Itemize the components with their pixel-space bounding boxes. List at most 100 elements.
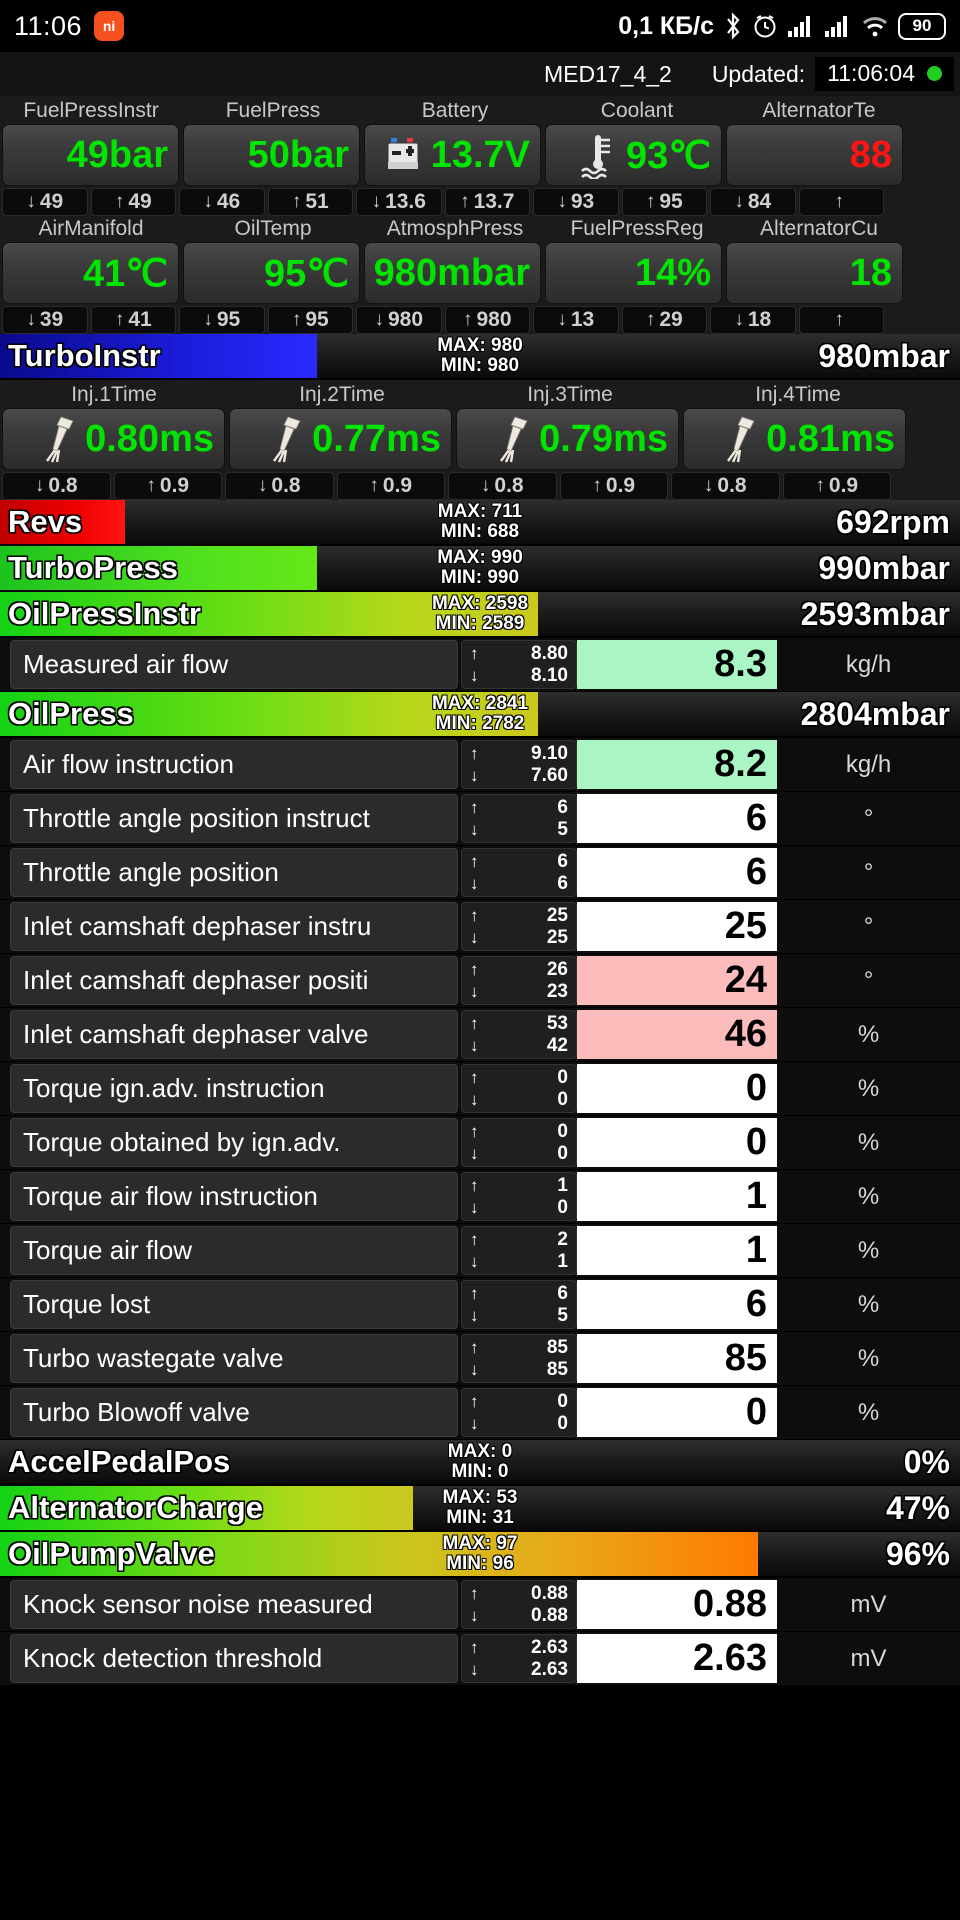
bar-label: TurboInstr [8, 338, 161, 373]
gauge-fuelpressreg[interactable]: 14% [545, 242, 722, 304]
row-unit: ° [863, 804, 874, 832]
gauge-min: ↓ 46 [179, 188, 265, 216]
down-arrow-icon: ↓ [470, 1251, 479, 1271]
app-notification-badge-icon[interactable]: ni [94, 11, 125, 41]
row-label: Torque obtained by ign.adv. [10, 1118, 458, 1167]
gauge-fuelpressinstr[interactable]: 49bar [2, 124, 179, 186]
gauge-atmosphpress[interactable]: 980mbar [364, 242, 541, 304]
table-row[interactable]: Knock detection threshold ↑ 2.63 ↓ 2.63 2.63 m… [0, 1632, 960, 1686]
table-row[interactable]: Knock sensor noise measured ↑ 0.88 ↓ 0.88 0.8… [0, 1578, 960, 1632]
gauge-min: ↓ 13.6 [356, 188, 442, 216]
gauge-min: ↓ 980 [356, 306, 442, 334]
gauge-airmanifold[interactable]: 41℃ [2, 242, 179, 304]
gauge-oiltemp[interactable]: 95℃ [183, 242, 360, 304]
gauge-inj.4time[interactable]: 0.81ms [683, 408, 906, 470]
bar-turboinstr[interactable]: TurboInstr MAX: 980 MIN: 980 980mbar [0, 334, 960, 380]
gauge-value: 0.81ms [766, 417, 895, 460]
row-max: 85 [546, 1336, 568, 1358]
up-arrow-icon: ↑ [470, 1583, 479, 1603]
bar-value: 692rpm [836, 503, 950, 540]
gauge-titles-inj: Inj.1Time Inj.2Time Inj.3Time Inj.4Time [0, 382, 960, 408]
table-row[interactable]: Torque obtained by ign.adv. ↑ 0 ↓ 0 0% [0, 1116, 960, 1170]
gauge-coolant[interactable]: 93℃ [545, 124, 722, 186]
gauge-cells-r1: 49bar 50bar 13.7V 93℃ 88 [0, 124, 960, 186]
gauge-battery[interactable]: 13.7V [364, 124, 541, 186]
down-arrow-icon: ↓ [470, 1143, 479, 1163]
injector-icon [497, 415, 531, 463]
bar-oilpumpvalve[interactable]: OilPumpValve MAX: 97 MIN: 96 96% [0, 1532, 960, 1578]
table-row[interactable]: Inlet camshaft dephaser valve ↑ 53 ↓ 42 46% [0, 1008, 960, 1062]
table-row[interactable]: Turbo Blowoff valve ↑ 0 ↓ 0 0% [0, 1386, 960, 1440]
row-max: 2.63 [531, 1636, 568, 1658]
row-unit: ° [863, 912, 874, 940]
bar-label: Revs [8, 504, 83, 539]
table-row[interactable]: Torque air flow ↑ 2 ↓ 1 1% [0, 1224, 960, 1278]
row-min: 5 [557, 1304, 568, 1326]
gauge-alternatorcu[interactable]: 18 [726, 242, 903, 304]
row-max: 0 [557, 1390, 568, 1412]
table-row[interactable]: Torque air flow instruction ↑ 1 ↓ 0 1% [0, 1170, 960, 1224]
gauge-max: ↑ 0.9 [782, 472, 891, 500]
gauge-inj.1time[interactable]: 0.80ms [2, 408, 225, 470]
table-row[interactable]: Inlet camshaft dephaser instru ↑ 25 ↓ 25 25 ° [0, 900, 960, 954]
gauge-inj.3time[interactable]: 0.79ms [456, 408, 679, 470]
gauge-inj.2time[interactable]: 0.77ms [229, 408, 452, 470]
row-value: 8.3 [577, 640, 777, 689]
table-row[interactable]: Torque ign.adv. instruction ↑ 0 ↓ 0 0% [0, 1062, 960, 1116]
table-row[interactable]: Torque lost ↑ 6 ↓ 5 6% [0, 1278, 960, 1332]
table-row[interactable]: Throttle angle position ↑ 6 ↓ 6 6 ° [0, 846, 960, 900]
gauge-max: ↑ 95 [267, 306, 353, 334]
bar-value: 96% [885, 1535, 950, 1572]
row-value: 6 [577, 794, 777, 843]
table-row[interactable]: Throttle angle position instruct ↑ 6 ↓ 5 6 ° [0, 792, 960, 846]
row-minmax: ↑ 0 ↓ 0 [461, 1064, 577, 1113]
gauge-minmax-r1: ↓ 49 ↑ 49 ↓ 46 ↑ 51 ↓ 13.6 ↑ 13.7 ↓ 93 ↑ 95 ↓ 84 ↑ [0, 186, 960, 216]
up-arrow-icon: ↑ [470, 1175, 479, 1195]
bar-turbopress[interactable]: TurboPress MAX: 990 MIN: 990 990mbar [0, 546, 960, 592]
app-root: 11:06 ni 0,1 КБ/с 90 MED17_4_2 Updated: [0, 0, 960, 1920]
row-value: 0 [577, 1388, 777, 1437]
row-min: 0 [557, 1196, 568, 1218]
bar-oilpress[interactable]: OilPress MAX: 2841 MIN: 2782 2804mbar [0, 692, 960, 738]
up-arrow-icon: ↑ [470, 905, 479, 925]
gauge-value: 0.79ms [539, 417, 668, 460]
row-min: 1 [557, 1250, 568, 1272]
gauge-max: ↑ 49 [90, 188, 176, 216]
gauge-fuelpress[interactable]: 50bar [183, 124, 360, 186]
row-minmax: ↑ 1 ↓ 0 [461, 1172, 577, 1221]
bar-accelpedalpos[interactable]: AccelPedalPos MAX: 0 MIN: 0 0% [0, 1440, 960, 1486]
gauge-alternatorte[interactable]: 88 [726, 124, 903, 186]
table-row[interactable]: Measured air flow ↑ 8.80 ↓ 8.10 8.3 kg/h [0, 638, 960, 692]
row-label: Throttle angle position instruct [10, 794, 458, 843]
bar-oilpressinstr[interactable]: OilPressInstr MAX: 2598 MIN: 2589 2593mbar [0, 592, 960, 638]
bar-min: MIN: 990 [440, 567, 520, 588]
signal-bars-icon [787, 14, 815, 38]
bar-alternatorcharge[interactable]: AlternatorCharge MAX: 53 MIN: 31 47% [0, 1486, 960, 1532]
row-unit: % [857, 1182, 880, 1210]
gauge-row-1: FuelPressInstr FuelPress Battery Coolant Alt… [0, 98, 960, 216]
table-row[interactable]: Inlet camshaft dephaser positi ↑ 26 ↓ 23 24 ° [0, 954, 960, 1008]
table-row[interactable]: Air flow instruction ↑ 9.10 ↓ 7.60 8.2 kg/h [0, 738, 960, 792]
gauge-min: ↓ 84 [710, 188, 796, 216]
row-minmax: ↑ 85 ↓ 85 [461, 1334, 577, 1383]
row-min: 23 [546, 980, 568, 1002]
table-row[interactable]: Turbo wastegate valve ↑ 85 ↓ 85 85% [0, 1332, 960, 1386]
row-label: Throttle angle position [10, 848, 458, 897]
gauge-max: ↑ 29 [621, 306, 707, 334]
gauge-title: AtmosphPress [386, 217, 524, 240]
status-clock: 11:06 [14, 10, 83, 41]
down-arrow-icon: ↓ [470, 1197, 479, 1217]
gauge-value: 88 [849, 133, 892, 176]
row-unit: % [857, 1236, 880, 1264]
signal-bars-icon [824, 14, 852, 38]
row-minmax: ↑ 8.80 ↓ 8.10 [461, 640, 577, 689]
row-label: Inlet camshaft dephaser valve [10, 1010, 458, 1059]
updated-time-box: 11:06:04 [815, 57, 954, 91]
gauges-section: FuelPressInstr FuelPress Battery Coolant Alt… [0, 96, 960, 334]
gauge-min: ↓ 18 [710, 306, 796, 334]
row-label: Turbo Blowoff valve [10, 1388, 458, 1437]
gauge-max: ↑ [798, 188, 884, 216]
up-arrow-icon: ↑ [470, 1391, 479, 1411]
down-arrow-icon: ↓ [470, 1089, 479, 1109]
bar-revs[interactable]: Revs MAX: 711 MIN: 688 692rpm [0, 500, 960, 546]
